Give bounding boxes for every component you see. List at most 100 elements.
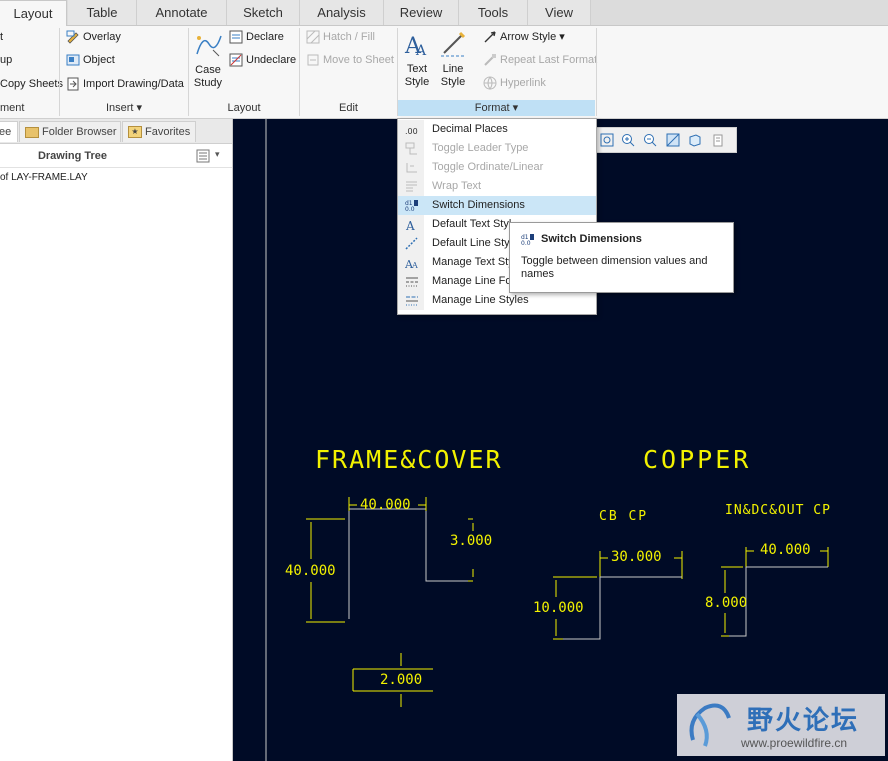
object-label: Object [83, 54, 115, 66]
watermark: 野火论坛 www.proewildfire.cn [677, 694, 885, 756]
watermark-logo-icon [689, 703, 731, 747]
display-style-icon[interactable] [688, 133, 702, 150]
folder-icon [25, 126, 39, 138]
text-style-icon: AA [404, 34, 427, 59]
tab-view[interactable]: View [528, 0, 591, 25]
hatch-icon [306, 30, 320, 44]
repaint-icon[interactable] [666, 133, 680, 150]
svg-text:0.0: 0.0 [405, 206, 415, 212]
tree-item-root[interactable]: of LAY-FRAME.LAY [0, 172, 88, 183]
import-label: Import Drawing/Data [83, 78, 184, 90]
arrow-style-button[interactable]: Arrow Style ▾ [483, 28, 565, 46]
chevron-down-icon[interactable]: ▾ [215, 149, 220, 160]
refit-icon[interactable] [600, 133, 614, 150]
watermark-title: 野火论坛 [747, 706, 860, 736]
tab-folder-browser[interactable]: Folder Browser [19, 121, 121, 142]
group-label-partial: ment [0, 102, 25, 114]
case-study-label-2: Study [193, 77, 223, 89]
zoom-out-icon[interactable] [643, 133, 657, 150]
watermark-url: www.proewildfire.cn [741, 736, 848, 750]
case-study-icon [196, 35, 222, 57]
switch-dimensions-icon: d1 0.0 [521, 233, 535, 249]
group-separator [596, 28, 597, 116]
tab-review[interactable]: Review [384, 0, 459, 25]
drawing-tree-header: Drawing Tree ▾ [0, 145, 232, 168]
menu-item-decimal-places[interactable]: .00 Decimal Places [398, 120, 596, 139]
tooltip-body: Toggle between dimension values and name… [521, 255, 708, 280]
tooltip: d1 0.0 Switch Dimensions Toggle between d… [509, 222, 734, 293]
case-study-label-1: Case [195, 64, 221, 76]
repeat-last-format-button[interactable]: Repeat Last Format [483, 51, 597, 69]
overlay-icon [66, 30, 79, 44]
menu-item-switch-dimensions[interactable]: d1 0.0 Switch Dimensions [398, 196, 596, 215]
tab-analysis[interactable]: Analysis [300, 0, 384, 25]
import-icon [67, 77, 79, 91]
overlay-button[interactable]: Overlay [66, 28, 121, 46]
group-label-edit: Edit [339, 102, 358, 114]
zoom-in-icon[interactable] [621, 133, 635, 150]
move-sheet-icon [307, 54, 319, 66]
import-drawing-button[interactable]: Import Drawing/Data [66, 75, 184, 93]
dimension-40-top[interactable]: 40.000 [360, 497, 411, 513]
svg-text:A: A [415, 43, 427, 59]
undeclare-button[interactable]: Undeclare [229, 51, 296, 69]
dimension-30[interactable]: 30.000 [611, 549, 662, 565]
undeclare-label: Undeclare [246, 54, 297, 66]
svg-text:.00: .00 [405, 127, 418, 136]
saved-views-icon[interactable] [711, 133, 725, 150]
tree-settings-icon[interactable] [196, 149, 210, 163]
tab-model-tree[interactable]: ee [0, 121, 18, 142]
tab-layout[interactable]: Layout [0, 0, 67, 27]
text-style-label-1: Text [406, 63, 428, 75]
declare-label: Declare [246, 31, 284, 43]
drawing-tree-title: Drawing Tree [37, 150, 108, 162]
menu-item-manage-line-styles[interactable]: Manage Line Styles [398, 291, 596, 310]
object-button[interactable]: Object [66, 51, 115, 69]
tab-annotate[interactable]: Annotate [137, 0, 227, 25]
manage-line-styles-icon [405, 294, 419, 314]
declare-button[interactable]: Declare [229, 28, 284, 46]
group-label-insert[interactable]: Insert ▾ [60, 100, 188, 116]
text-style-button[interactable]: AA Text Style [401, 29, 433, 89]
repeat-last-format-label: Repeat Last Format [500, 54, 598, 66]
hyperlink-label: Hyperlink [500, 77, 546, 89]
menu-item-toggle-leader-type[interactable]: Toggle Leader Type [398, 139, 596, 158]
ribbon-partial-item[interactable]: t [0, 28, 3, 46]
group-label-layout: Layout [227, 102, 261, 114]
dimension-40-left[interactable]: 40.000 [285, 563, 336, 579]
ribbon-partial-item[interactable]: up [0, 51, 12, 69]
overlay-label: Overlay [83, 31, 121, 43]
copy-sheets-button[interactable]: Copy Sheets [0, 75, 63, 93]
repeat-format-icon [484, 54, 496, 66]
hatch-fill-button[interactable]: Hatch / Fill [306, 28, 375, 46]
graphics-toolbar [594, 127, 737, 153]
dimension-3[interactable]: 3.000 [450, 533, 492, 549]
tab-sketch[interactable]: Sketch [227, 0, 300, 25]
menu-item-toggle-ordinate-linear[interactable]: Toggle Ordinate/Linear [398, 158, 596, 177]
chevron-down-icon: ▾ [556, 31, 565, 43]
declare-icon [229, 30, 243, 44]
tab-table[interactable]: Table [68, 0, 137, 25]
in-dc-out-cp-label: IN&DC&OUT CP [725, 503, 831, 518]
tab-tools[interactable]: Tools [459, 0, 528, 25]
hatch-label: Hatch / Fill [323, 31, 375, 43]
group-label-format[interactable]: Format ▾ [398, 100, 595, 116]
svg-text:A: A [411, 261, 418, 269]
dimension-2[interactable]: 2.000 [380, 672, 422, 688]
copper-title: COPPER [643, 445, 752, 474]
menu-item-wrap-text[interactable]: Wrap Text [398, 177, 596, 196]
move-to-sheet-label: Move to Sheet [323, 54, 394, 66]
hyperlink-button[interactable]: Hyperlink [483, 74, 546, 92]
dimension-40-right[interactable]: 40.000 [760, 542, 811, 558]
line-style-icon [441, 31, 466, 57]
dimension-10[interactable]: 10.000 [533, 600, 584, 616]
line-style-button[interactable]: Line Style [437, 29, 469, 89]
ribbon-tab-bar: Layout Table Annotate Sketch Analysis Re… [0, 0, 888, 27]
dimension-8[interactable]: 8.000 [705, 595, 747, 611]
tab-favorites[interactable]: ★ Favorites [122, 121, 196, 142]
case-study-button[interactable]: Case Study [192, 30, 224, 90]
line-style-label-2: Style [440, 76, 466, 88]
move-to-sheet-button[interactable]: Move to Sheet [306, 51, 394, 69]
hyperlink-icon [483, 76, 497, 90]
line-style-label-1: Line [442, 63, 464, 75]
